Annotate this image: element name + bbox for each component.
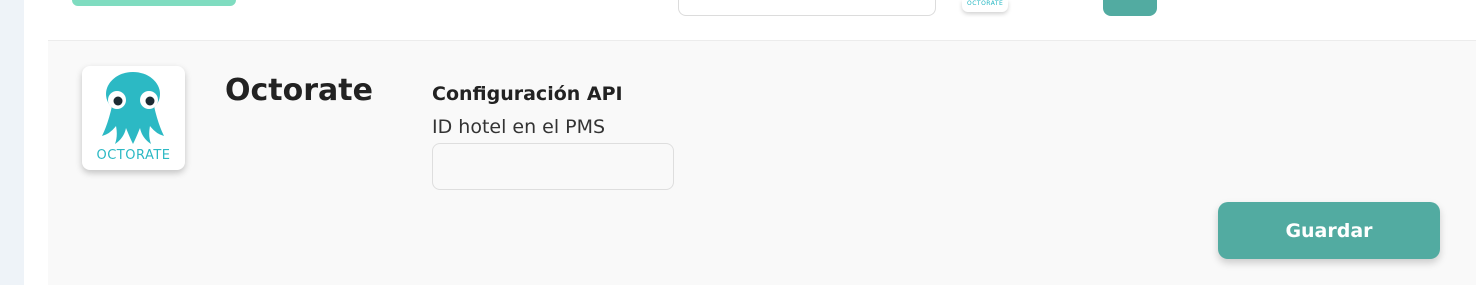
- hotel-id-input[interactable]: [432, 143, 674, 190]
- hotel-id-label: ID hotel en el PMS: [432, 116, 606, 138]
- octorate-logo-text: OCTORATE: [96, 148, 171, 163]
- api-config-heading: Configuración API: [432, 83, 623, 105]
- previous-card-accent-bar: [72, 0, 236, 6]
- previous-card-input[interactable]: [678, 0, 936, 16]
- save-button[interactable]: Guardar: [1218, 202, 1440, 259]
- left-sidebar-rail: [0, 0, 24, 285]
- previous-card-logo: OCTORATE: [962, 0, 1008, 12]
- octorate-logo: OCTORATE: [82, 66, 185, 170]
- previous-card-save-button[interactable]: [1103, 0, 1157, 16]
- provider-title: Octorate: [225, 73, 373, 108]
- previous-card-logo-text: OCTORATE: [967, 0, 1004, 7]
